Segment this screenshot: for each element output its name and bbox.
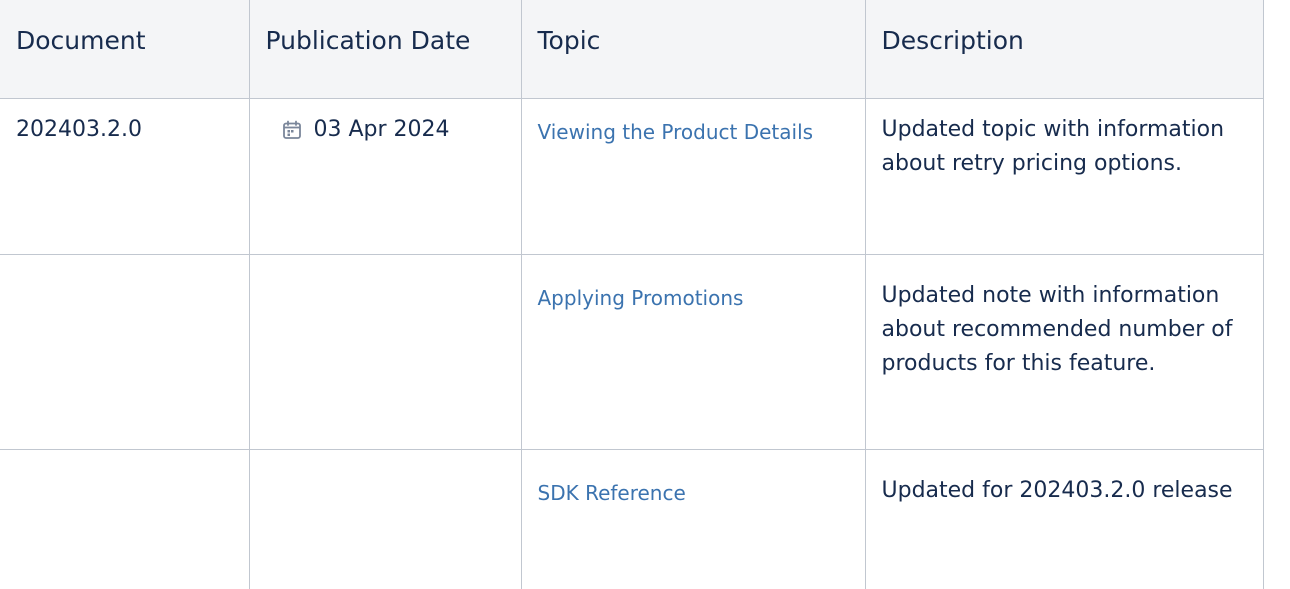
header-description: Description — [864, 0, 1264, 99]
document-cell — [0, 448, 250, 589]
publication-date-text: 03 Apr 2024 — [313, 116, 450, 142]
description-cell: Updated note with information about reco… — [864, 253, 1264, 450]
topic-link-viewing-product-details[interactable]: Viewing the Product Details — [538, 120, 814, 144]
header-document: Document — [0, 0, 250, 99]
publication-date-cell — [248, 448, 522, 589]
document-cell — [0, 253, 250, 450]
header-publication-date: Publication Date — [248, 0, 522, 99]
description-cell: Updated for 202403.2.0 release — [864, 448, 1264, 589]
table-header-row: Document Publication Date Topic Descript… — [0, 0, 1264, 99]
topic-cell: Viewing the Product Details — [520, 97, 866, 255]
topic-link-sdk-reference[interactable]: SDK Reference — [538, 481, 686, 505]
table-row: 202403.2.0 03 Apr 2024 Viewing the Produ… — [0, 97, 1264, 255]
table-row: SDK Reference Updated for 202403.2.0 rel… — [0, 448, 1264, 589]
description-cell: Updated topic with information about ret… — [864, 97, 1264, 255]
topic-cell: SDK Reference — [520, 448, 866, 589]
publication-date-cell: 03 Apr 2024 — [248, 97, 522, 255]
date-badge: 03 Apr 2024 — [266, 113, 450, 147]
publication-date-cell — [248, 253, 522, 450]
document-cell: 202403.2.0 — [0, 97, 250, 255]
calendar-icon — [282, 120, 302, 140]
topic-link-applying-promotions[interactable]: Applying Promotions — [538, 286, 744, 310]
topic-cell: Applying Promotions — [520, 253, 866, 450]
release-notes-table: Document Publication Date Topic Descript… — [0, 0, 1264, 589]
table-row: Applying Promotions Updated note with in… — [0, 253, 1264, 450]
header-topic: Topic — [520, 0, 866, 99]
